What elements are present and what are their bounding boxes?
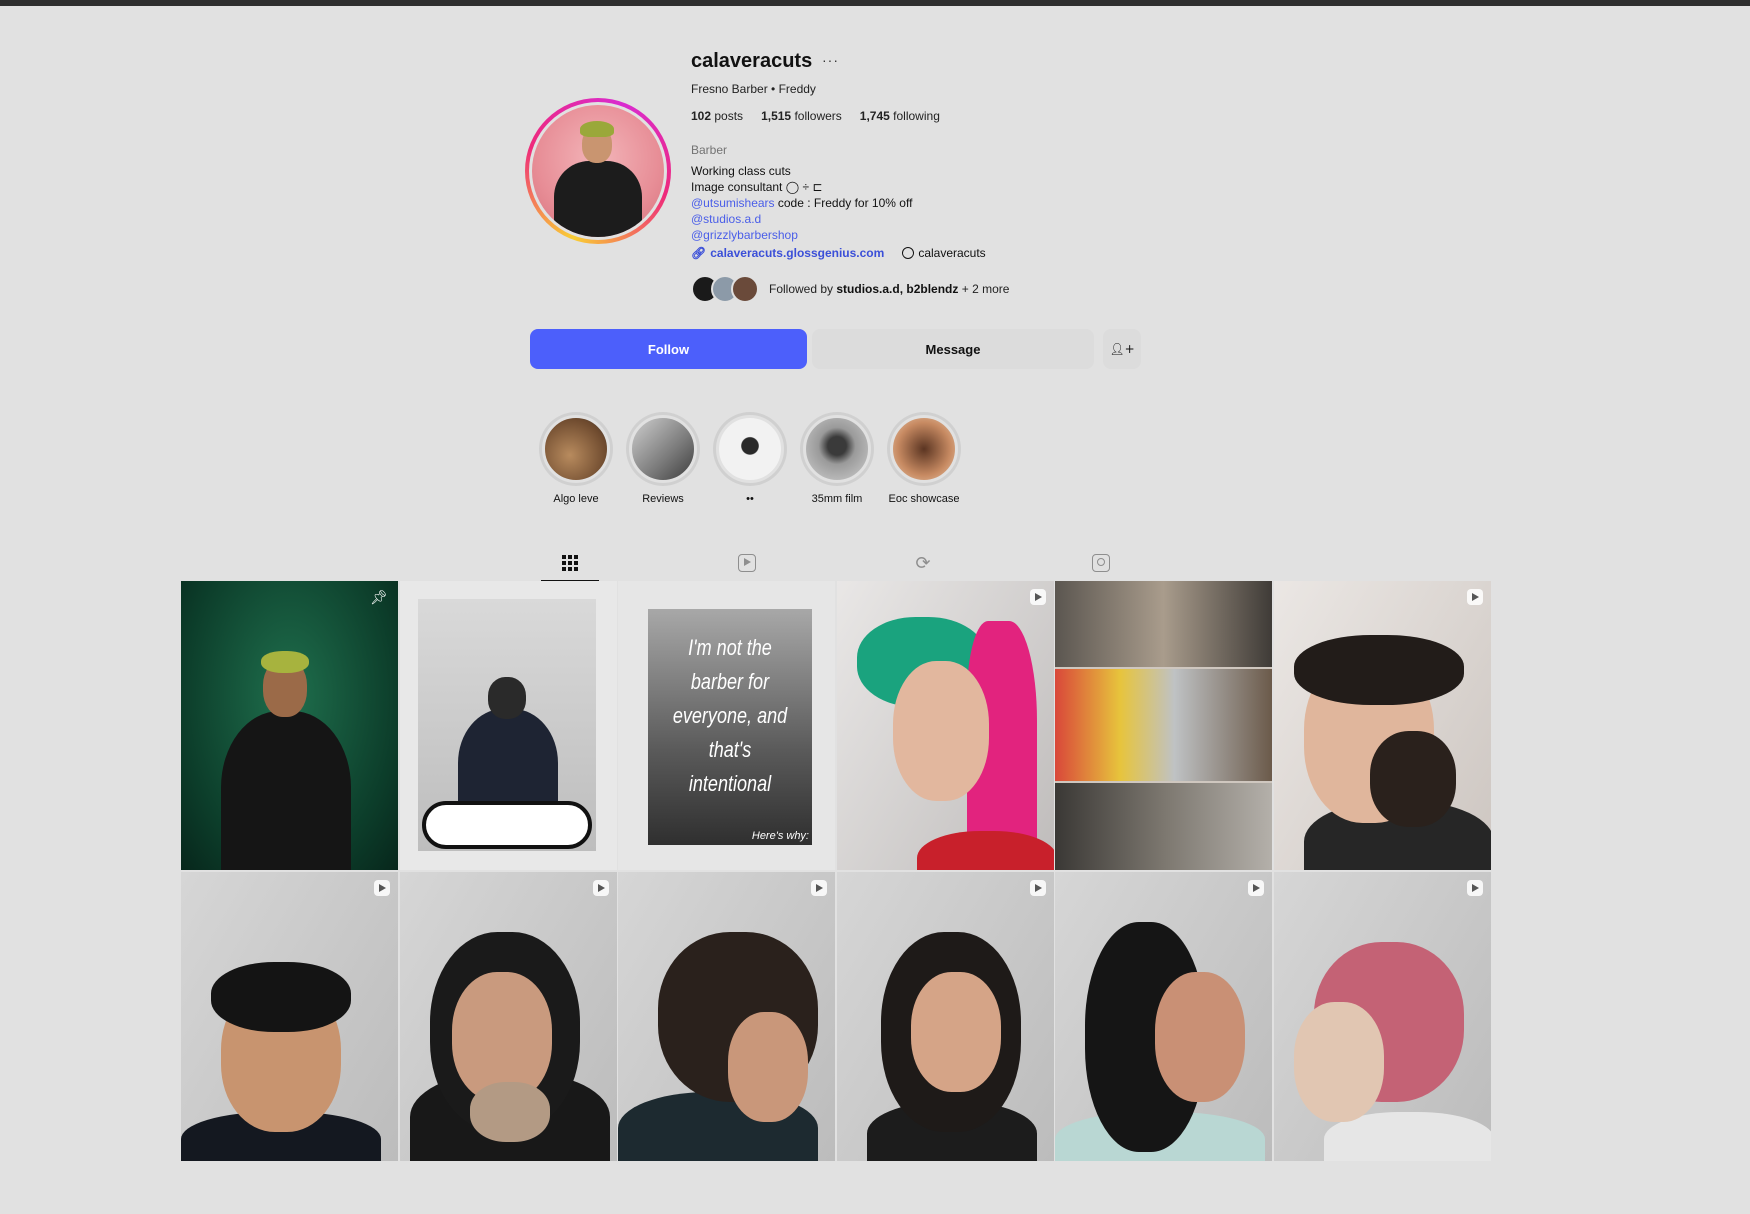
follower-avatar [731,275,759,303]
post-tile[interactable] [399,581,617,870]
website-link[interactable]: 🔗︎ calaveracuts.glossgenius.com [691,246,884,260]
post-tile[interactable] [836,871,1054,1161]
person-add-icon[interactable]: 👤︎+ [1103,329,1141,369]
followers-stat[interactable]: 1,515 followers [761,109,842,123]
posts-grid: 📌︎ I'm not the barber for everyone, and … [181,581,1491,1161]
bio-mention-link[interactable]: @studios.a.d [691,211,912,227]
follow-button[interactable]: Follow [530,329,807,369]
profile-full-name: Fresno Barber • Freddy [691,82,816,96]
profile-avatar[interactable] [525,98,671,244]
post-tile[interactable]: 📌︎ [181,581,398,870]
story-highlights: Algo leve Reviews •• 35mm film Eoc showc… [539,412,961,505]
reel-icon [1029,879,1046,896]
reel-icon [811,879,827,896]
post-tile[interactable] [1055,871,1272,1161]
post-tile[interactable]: I'm not the barber for everyone, and tha… [618,581,835,870]
profile-username: calaveracuts [691,50,813,72]
tab-reposts[interactable]: ⟳ [894,545,952,581]
bio-line: Image consultant ◯ ÷ ⊏ [691,180,823,194]
reel-icon [374,879,390,896]
profile-category: Barber [691,143,728,157]
post-quote-footer: Here's why: [751,830,809,842]
reposts-icon: ⟳ [915,552,931,574]
posts-stat: 102 posts [691,109,744,123]
reel-icon [1029,589,1046,605]
more-options-icon[interactable]: ··· [822,52,839,68]
reel-icon [1466,589,1483,605]
following-stat[interactable]: 1,745 following [860,109,940,123]
post-quote-text: I'm not the barber for everyone, and tha… [672,635,788,796]
browser-top-bar [0,0,1750,6]
profile-tabs: ⟳ [541,545,1141,581]
post-tile[interactable] [399,871,617,1161]
reels-icon [738,554,756,572]
tab-tagged[interactable] [1072,545,1130,581]
link-icon: 🔗︎ [691,246,707,260]
post-tile[interactable] [1055,581,1272,870]
highlight-item[interactable]: Reviews [626,412,700,505]
reel-icon [592,879,609,896]
grid-icon [562,554,578,571]
tagged-icon [1092,554,1110,572]
post-tile[interactable] [1273,871,1491,1161]
bio-mention-link[interactable]: @grizzlybarbershop [691,227,912,243]
bio-mention-link[interactable]: @utsumishears [691,196,775,210]
highlight-item[interactable]: 35mm film [800,412,874,505]
message-button[interactable]: Message [812,329,1094,369]
post-tile[interactable] [836,581,1054,870]
bio-line: Working class cuts [691,164,791,178]
reel-icon [1466,879,1483,896]
bio-line: @utsumishears code : Freddy for 10% off [691,196,913,210]
threads-link[interactable]: calaveracuts [902,246,986,260]
post-tile[interactable] [1273,581,1491,870]
pin-icon: 📌︎ [370,589,388,605]
profile-stats: 102 posts 1,515 followers 1,745 followin… [691,109,940,123]
profile-bio: Working class cuts Image consultant ◯ ÷ … [691,163,912,243]
highlight-item[interactable]: Eoc showcase [887,412,961,505]
followed-by[interactable]: Followed by studios.a.d, b2blendz + 2 mo… [691,275,1009,303]
post-tile[interactable] [181,871,398,1161]
profile-links: 🔗︎ calaveracuts.glossgenius.com calavera… [691,246,986,260]
threads-icon [902,247,915,259]
graffiti-logo [421,801,592,849]
tab-reels[interactable] [718,545,776,581]
avatar-photo [532,105,664,237]
post-tile[interactable] [618,871,835,1161]
highlight-item[interactable]: Algo leve [539,412,613,505]
highlight-item[interactable]: •• [713,412,787,505]
reel-icon [1248,879,1264,896]
tab-posts[interactable] [541,545,599,581]
